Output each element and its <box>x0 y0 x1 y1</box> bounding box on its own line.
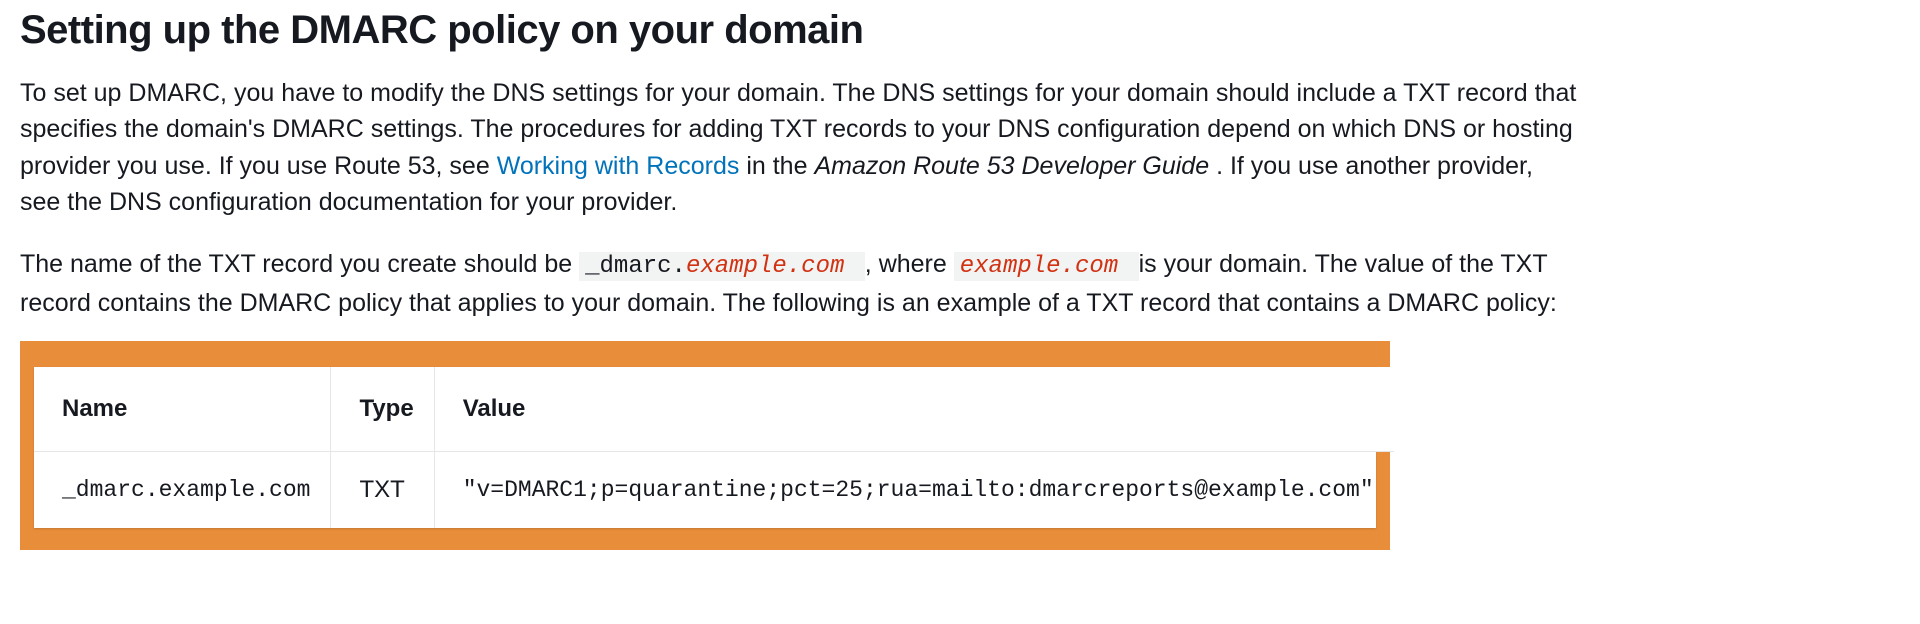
col-header-name: Name <box>34 367 331 452</box>
dns-record-table: Name Type Value _dmarc.example.com TXT "… <box>34 367 1394 528</box>
text: , where <box>865 250 954 278</box>
table-highlight-frame: Name Type Value _dmarc.example.com TXT "… <box>20 341 1390 550</box>
code-domain: example.com <box>954 252 1139 281</box>
code-replaceable: example.com <box>686 253 844 280</box>
working-with-records-link[interactable]: Working with Records <box>497 152 740 180</box>
intro-paragraph-2: The name of the TXT record you create sh… <box>20 246 1580 321</box>
doc-page: Setting up the DMARC policy on your doma… <box>0 0 1920 590</box>
code-literal: _dmarc. <box>585 253 686 280</box>
code-replaceable: example.com <box>960 253 1118 280</box>
col-header-value: Value <box>434 367 1393 452</box>
table-row: _dmarc.example.com TXT "v=DMARC1;p=quara… <box>34 452 1394 529</box>
book-title: Amazon Route 53 Developer Guide <box>814 152 1209 180</box>
dns-table-container: Name Type Value _dmarc.example.com TXT "… <box>34 367 1376 528</box>
table-header-row: Name Type Value <box>34 367 1394 452</box>
code-record-name: _dmarc.example.com <box>579 252 865 281</box>
intro-paragraph-1: To set up DMARC, you have to modify the … <box>20 75 1580 220</box>
cell-type: TXT <box>331 452 434 529</box>
cell-name: _dmarc.example.com <box>34 452 331 529</box>
section-heading: Setting up the DMARC policy on your doma… <box>20 8 1900 53</box>
text: The name of the TXT record you create sh… <box>20 250 579 278</box>
col-header-type: Type <box>331 367 434 452</box>
text: in the <box>746 152 814 180</box>
cell-value: "v=DMARC1;p=quarantine;pct=25;rua=mailto… <box>434 452 1393 529</box>
